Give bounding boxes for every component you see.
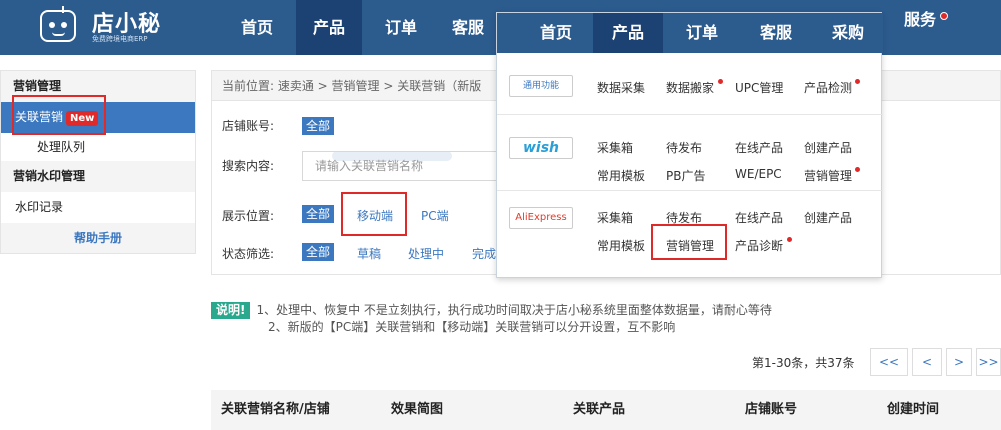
robot-logo-icon: [40, 6, 76, 42]
product-check-notify-dot: [855, 79, 860, 84]
menu-nav-purchase[interactable]: 采购: [813, 13, 883, 53]
ae-link-create[interactable]: 创建产品: [804, 209, 852, 226]
sidebar-item-watermark-records[interactable]: 水印记录: [1, 192, 195, 223]
display-position-label: 展示位置:: [222, 209, 275, 223]
nav-item-services[interactable]: 服务: [885, 0, 955, 40]
first-page-button[interactable]: <<: [870, 348, 908, 376]
next-page-button[interactable]: >: [946, 348, 972, 376]
pagination-info: 第1-30条，共37条: [752, 356, 855, 370]
notice-tag: 说明!: [211, 302, 251, 319]
wish-link-pending[interactable]: 待发布: [666, 139, 702, 156]
menu-nav-service[interactable]: 客服: [741, 13, 811, 53]
status-filter-processing[interactable]: 处理中: [408, 245, 444, 262]
column-header-name: 关联营销名称/店铺: [221, 402, 330, 417]
sidebar-item-processing-queue[interactable]: 处理队列: [1, 133, 195, 161]
ae-link-templates[interactable]: 常用模板: [597, 237, 645, 254]
menu-link-upc[interactable]: UPC管理: [735, 79, 783, 96]
column-header-created-time: 创建时间: [887, 402, 940, 417]
prev-page-button[interactable]: <: [912, 348, 942, 376]
notice-panel: 说明! 1、处理中、恢复中 不是立刻执行，执行成功时间取决于店小秘系统里面整体数据…: [211, 302, 772, 336]
status-filter-draft[interactable]: 草稿: [357, 245, 381, 262]
search-input[interactable]: 请输入关联营销名称: [302, 151, 522, 181]
notice-line-2: 2、新版的【PC端】关联营销和【移动端】关联营销可以分开设置，互不影响: [268, 320, 676, 334]
sidebar-section-watermark: 营销水印管理: [1, 161, 195, 192]
wish-link-online[interactable]: 在线产品: [735, 139, 783, 156]
menu-link-data-collect[interactable]: 数据采集: [597, 79, 645, 96]
nav-item-home[interactable]: 首页: [224, 0, 290, 55]
general-functions-icon: 通用功能: [509, 75, 573, 97]
app-logo[interactable]: 店小秘 免费跨境电商ERP: [36, 6, 186, 48]
wish-logo-icon: wish: [509, 137, 573, 159]
aliexpress-logo-icon: AliExpress: [509, 207, 573, 229]
logo-subtitle: 免费跨境电商ERP: [92, 35, 148, 43]
highlight-mobile-option: [341, 192, 407, 236]
column-header-shop-account: 店铺账号: [745, 402, 798, 417]
column-header-preview: 效果简图: [391, 402, 444, 417]
search-content-label: 搜索内容:: [222, 159, 275, 173]
wish-link-create[interactable]: 创建产品: [804, 139, 852, 156]
notice-line-1: 1、处理中、恢复中 不是立刻执行，执行成功时间取决于店小秘系统里面整体数据量，请…: [256, 303, 772, 317]
menu-nav-products[interactable]: 产品: [593, 13, 663, 53]
table-header: 关联营销名称/店铺 效果简图 关联产品 店铺账号 创建时间: [211, 390, 1001, 430]
wish-link-we-epc[interactable]: WE/EPC: [735, 167, 782, 181]
nav-item-products[interactable]: 产品: [296, 0, 362, 55]
last-page-button[interactable]: >>: [976, 348, 1001, 376]
wish-marketing-notify-dot: [855, 167, 860, 172]
wish-link-pb-ads[interactable]: PB广告: [666, 167, 705, 184]
menu-link-product-check[interactable]: 产品检测: [804, 79, 852, 96]
menu-section-general: 通用功能 数据采集 数据搬家 UPC管理 产品检测: [497, 53, 883, 115]
ae-diagnosis-notify-dot: [787, 237, 792, 242]
menu-link-data-move[interactable]: 数据搬家: [666, 79, 714, 96]
shop-filter-all[interactable]: 全部: [302, 117, 335, 135]
status-filter-done[interactable]: 完成: [472, 245, 496, 262]
nav-item-orders[interactable]: 订单: [368, 0, 434, 55]
ae-link-online[interactable]: 在线产品: [735, 209, 783, 226]
display-filter-pc[interactable]: PC端: [421, 207, 449, 224]
nav-item-service[interactable]: 客服: [440, 0, 496, 55]
wish-link-marketing[interactable]: 营销管理: [804, 167, 852, 184]
menu-section-wish: wish 采集箱 待发布 在线产品 创建产品 常用模板 PB广告 WE/EPC …: [497, 115, 883, 191]
wish-link-collect-box[interactable]: 采集箱: [597, 139, 633, 156]
column-header-products: 关联产品: [573, 402, 626, 417]
status-filter-label: 状态筛选:: [222, 247, 275, 261]
ae-link-diagnosis[interactable]: 产品诊断: [735, 237, 783, 254]
data-move-notify-dot: [718, 79, 723, 84]
help-manual-link[interactable]: 帮助手册: [1, 223, 195, 253]
shop-account-label: 店铺账号:: [222, 119, 275, 133]
menu-nav-orders[interactable]: 订单: [667, 13, 737, 53]
ae-link-collect-box[interactable]: 采集箱: [597, 209, 633, 226]
status-filter-all[interactable]: 全部: [302, 243, 335, 261]
highlight-ae-marketing: [651, 224, 727, 260]
display-filter-all[interactable]: 全部: [302, 205, 335, 223]
menu-nav-home[interactable]: 首页: [521, 13, 591, 53]
highlight-related-marketing: [12, 95, 106, 135]
services-notify-dot: [940, 12, 948, 20]
menu-navigation: 首页 产品 订单 客服 采购: [497, 13, 883, 53]
wish-link-templates[interactable]: 常用模板: [597, 167, 645, 184]
